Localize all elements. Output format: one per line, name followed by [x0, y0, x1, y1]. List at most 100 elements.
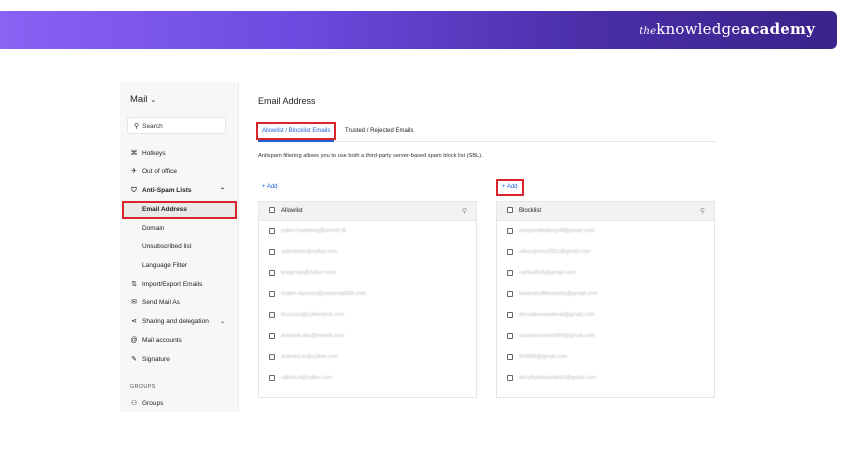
tab-trusted-rejected[interactable]: Trusted / Rejected Emails: [345, 124, 413, 138]
active-tab-underline: [258, 140, 335, 142]
command-icon: ⌘: [130, 150, 138, 157]
list-item[interactable]: ruthhallto5@gmail.com: [497, 263, 714, 284]
list-item[interactable]: laurentcoffimontcho@gmail.com: [497, 284, 714, 305]
at-icon: @: [130, 337, 138, 344]
sidebar-item-mail-accounts[interactable]: @ Mail accounts: [120, 334, 239, 348]
email-text: anthony.m@zylker.com: [281, 354, 338, 360]
row-checkbox[interactable]: [269, 332, 275, 339]
allowlist-header: Allowlist ⚲: [259, 202, 476, 221]
list-item[interactable]: flint982@gmail.com: [497, 347, 714, 368]
row-checkbox[interactable]: [269, 353, 275, 360]
list-item[interactable]: dorothyedwardshi0@gmail.com: [497, 368, 714, 389]
groups-header: GROUPS: [130, 384, 156, 390]
sidebar-item-send-mail-as[interactable]: ✉ Send Mail As: [120, 296, 239, 310]
search-icon[interactable]: ⚲: [462, 202, 467, 221]
sidebar-item-label: Anti-Spam Lists: [142, 187, 192, 194]
list-item[interactable]: margaretbakergaff@gmail.com: [497, 221, 714, 242]
search-label: Search: [142, 123, 163, 130]
signature-icon: ✎: [131, 356, 137, 363]
sidebar-item-label: Unsubscribed list: [142, 243, 192, 250]
row-checkbox[interactable]: [507, 248, 513, 255]
row-checkbox[interactable]: [269, 290, 275, 297]
sidebar-item-domain[interactable]: Domain: [120, 222, 239, 236]
email-text: wilsonjones2021@gmail.com: [519, 249, 591, 255]
sidebar-item-email-address[interactable]: Email Address: [122, 201, 237, 219]
email-text: rathna.k@zylker.com: [281, 375, 333, 381]
mail-settings-app: Mail ⌄ ⚲ Search ⌘ Hotkeys ✈ Out of office ⛉ A…: [120, 82, 720, 412]
sidebar-item-label: Sharing and delegation: [142, 318, 209, 325]
sidebar-item-import-export[interactable]: ⇅ Import/Export Emails: [120, 278, 239, 292]
list-item[interactable]: testgroup@zylker.com: [259, 263, 476, 284]
sidebar-item-out-of-office[interactable]: ✈ Out of office: [120, 165, 239, 179]
row-checkbox[interactable]: [507, 290, 513, 297]
row-checkbox[interactable]: [507, 332, 513, 339]
tab-bar: Allowlist / Blocklist Emails Trusted / R…: [255, 120, 716, 142]
email-text: mailer-daemon@zohomail365.com: [281, 291, 367, 297]
row-checkbox[interactable]: [507, 353, 513, 360]
email-text: salesteam@zylker.com: [281, 249, 338, 255]
sidebar-item-label: Import/Export Emails: [142, 281, 203, 288]
list-item[interactable]: susanturnersmith0@gmail.com: [497, 326, 714, 347]
sidebar-title: Mail: [130, 94, 148, 105]
brand-logo: theknowledgeacademy: [639, 20, 815, 38]
plane-icon: ✈: [131, 168, 137, 175]
sidebar-item-label: Out of office: [142, 168, 177, 175]
share-icon: ⋖: [131, 318, 137, 325]
sidebar-item-label: Email Address: [142, 206, 187, 213]
blocklist-header: Blocklist ⚲: [497, 202, 714, 221]
row-checkbox[interactable]: [269, 248, 275, 255]
add-blocklist-button[interactable]: + Add: [496, 179, 524, 196]
sidebar-item-anti-spam-lists[interactable]: ⛉ Anti-Spam Lists ⌃: [120, 184, 239, 198]
email-text: laurentcoffimontcho@gmail.com: [519, 291, 598, 297]
sidebar-item-hotkeys[interactable]: ⌘ Hotkeys: [120, 147, 239, 161]
add-allowlist-button[interactable]: + Add: [262, 181, 278, 194]
email-text: flint982@gmail.com: [519, 354, 568, 360]
sidebar-item-sharing[interactable]: ⋖ Sharing and delegation ⌄: [120, 315, 239, 329]
sidebar-item-label: Signature: [142, 356, 170, 363]
email-text: ruthhallto5@gmail.com: [519, 270, 576, 276]
select-all-checkbox[interactable]: [507, 207, 513, 214]
brand-knowledge: knowledge: [656, 20, 741, 38]
list-item[interactable]: bounces@zylkertech.com: [259, 305, 476, 326]
list-item[interactable]: salesteam@zylker.com: [259, 242, 476, 263]
row-checkbox[interactable]: [269, 374, 275, 381]
groups-icon: ⚇: [130, 400, 138, 407]
search-icon[interactable]: ⚲: [700, 202, 705, 221]
tab-label: Trusted / Rejected Emails: [345, 128, 414, 134]
sidebar-item-label: Mail accounts: [142, 337, 182, 344]
row-checkbox[interactable]: [507, 269, 513, 276]
email-text: arindam.das@sweris.com: [281, 333, 345, 339]
row-checkbox[interactable]: [507, 227, 513, 234]
list-item[interactable]: arindam.das@sweris.com: [259, 326, 476, 347]
mail-menu[interactable]: Mail ⌄: [130, 94, 156, 105]
sidebar-item-groups[interactable]: ⚇ Groups: [120, 397, 239, 411]
list-item[interactable]: anthony.m@zylker.com: [259, 347, 476, 368]
search-input[interactable]: ⚲ Search: [127, 117, 226, 134]
row-checkbox[interactable]: [507, 374, 513, 381]
brand-banner: theknowledgeacademy: [0, 11, 837, 49]
list-item[interactable]: zylkermarketing@amrith.tk: [259, 221, 476, 242]
list-item[interactable]: mailer-daemon@zohomail365.com: [259, 284, 476, 305]
row-checkbox[interactable]: [269, 269, 275, 276]
sidebar-item-language-filter[interactable]: Language Filter: [120, 259, 239, 273]
row-checkbox[interactable]: [507, 311, 513, 318]
sidebar-item-label: Send Mail As: [142, 299, 180, 306]
list-item[interactable]: donnabrownwheat@gmail.com: [497, 305, 714, 326]
list-item[interactable]: wilsonjones2021@gmail.com: [497, 242, 714, 263]
import-export-icon: ⇅: [131, 281, 137, 288]
email-text: susanturnersmith0@gmail.com: [519, 333, 595, 339]
tab-label: Allowlist / Blocklist Emails: [262, 128, 331, 134]
email-text: donnabrownwheat@gmail.com: [519, 312, 595, 318]
search-icon: ⚲: [134, 123, 140, 130]
row-checkbox[interactable]: [269, 227, 275, 234]
tab-allowlist-blocklist[interactable]: Allowlist / Blocklist Emails: [255, 122, 337, 142]
sidebar-item-signature[interactable]: ✎ Signature: [120, 353, 239, 367]
sidebar-item-unsubscribed-list[interactable]: Unsubscribed list: [120, 240, 239, 254]
row-checkbox[interactable]: [269, 311, 275, 318]
sidebar-item-label: Groups: [142, 400, 164, 407]
page-title: Email Address: [258, 96, 316, 106]
list-item[interactable]: rathna.k@zylker.com: [259, 368, 476, 389]
select-all-checkbox[interactable]: [269, 207, 275, 214]
shield-icon: ⛉: [131, 187, 137, 194]
send-icon: ✉: [131, 299, 137, 306]
